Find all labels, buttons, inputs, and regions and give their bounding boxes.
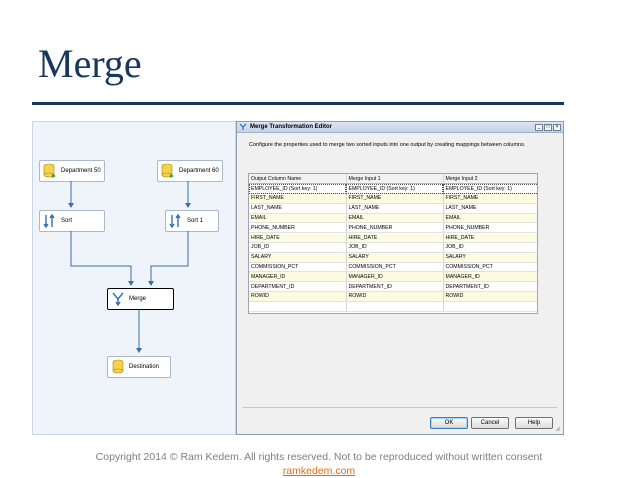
grid-cell[interactable]: SALARY (249, 252, 347, 263)
grid-cell[interactable] (443, 301, 537, 312)
dialog-separator (243, 407, 557, 408)
database-source-icon (161, 163, 174, 178)
grid-cell[interactable]: EMPLOYEE_ID (Sort key: 1) (249, 183, 347, 195)
close-button[interactable]: × (553, 123, 561, 131)
task-merge[interactable]: Merge (107, 288, 174, 310)
dialog-titlebar[interactable]: Merge Transformation Editor _ □ × (237, 122, 563, 133)
merge-icon (112, 292, 124, 307)
grid-cell[interactable]: DEPARTMENT_ID (346, 281, 444, 293)
grid-cell[interactable]: MANAGER_ID (249, 271, 347, 283)
grid-cell[interactable]: ROWID (249, 291, 347, 302)
table-row[interactable]: HIRE_DATE HIRE_DATE HIRE_DATE (249, 232, 537, 244)
grid-cell[interactable]: DEPARTMENT_ID (249, 281, 347, 293)
grid-cell[interactable]: EMAIL (249, 213, 347, 224)
copyright-notice: Copyright 2014 © Ram Kedem. All rights r… (95, 451, 543, 463)
table-row[interactable]: JOB_ID JOB_ID JOB_ID (249, 242, 537, 253)
grid-cell[interactable]: HIRE_DATE (249, 232, 347, 244)
grid-cell[interactable] (346, 301, 444, 312)
table-row[interactable]: PHONE_NUMBER PHONE_NUMBER PHONE_NUMBER (249, 222, 537, 234)
grid-cell[interactable]: HIRE_DATE (346, 232, 444, 244)
grid-cell[interactable]: FIRST_NAME (443, 193, 537, 204)
grid-cell[interactable]: EMPLOYEE_ID (Sort key: 1) (443, 183, 537, 195)
resize-grip-icon[interactable] (555, 426, 561, 432)
column-header[interactable]: Merge Input 2 (443, 174, 537, 185)
task-department-50[interactable]: Department 50 (39, 160, 105, 182)
grid-cell[interactable]: JOB_ID (443, 242, 537, 253)
grid-cell[interactable]: FIRST_NAME (249, 193, 347, 204)
dialog-title: Merge Transformation Editor (250, 124, 333, 130)
maximize-button[interactable]: □ (544, 123, 552, 131)
table-row[interactable]: FIRST_NAME FIRST_NAME FIRST_NAME (249, 193, 537, 204)
grid-cell[interactable]: EMPLOYEE_ID (Sort key: 1) (346, 183, 444, 195)
column-header[interactable]: Output Column Name (249, 174, 347, 185)
sort-icon (169, 213, 181, 229)
ok-button[interactable]: OK (430, 417, 468, 429)
task-label: Destination (129, 364, 160, 370)
merge-transformation-editor-dialog[interactable]: Merge Transformation Editor _ □ × Config… (236, 121, 564, 435)
task-label: Department 60 (179, 168, 219, 174)
help-button[interactable]: Help (515, 417, 553, 429)
slide-title: Merge (38, 41, 142, 86)
table-row[interactable]: EMAIL EMAIL EMAIL (249, 213, 537, 224)
table-row[interactable]: MANAGER_ID MANAGER_ID MANAGER_ID (249, 271, 537, 283)
grid-cell[interactable]: COMMISSION_PCT (443, 262, 537, 273)
table-row[interactable]: DEPARTMENT_ID DEPARTMENT_ID DEPARTMENT_I… (249, 281, 537, 293)
task-destination[interactable]: Destination (107, 356, 171, 378)
merge-icon (239, 123, 247, 130)
minimize-button[interactable]: _ (535, 123, 543, 131)
grid-cell[interactable]: HIRE_DATE (443, 232, 537, 244)
grid-cell[interactable]: COMMISSION_PCT (249, 262, 347, 273)
table-row[interactable]: COMMISSION_PCT COMMISSION_PCT COMMISSION… (249, 262, 537, 273)
database-source-icon (43, 163, 56, 178)
task-sort-1[interactable]: Sort 1 (165, 210, 219, 232)
table-row[interactable]: ROWID ROWID ROWID (249, 291, 537, 302)
grid-header-row: Output Column Name Merge Input 1 Merge I… (249, 174, 537, 185)
grid-cell[interactable]: JOB_ID (346, 242, 444, 253)
grid-cell[interactable]: SALARY (443, 252, 537, 263)
grid-cell[interactable]: MANAGER_ID (346, 271, 444, 283)
grid-cell[interactable]: MANAGER_ID (443, 271, 537, 283)
task-sort[interactable]: Sort (39, 210, 105, 232)
database-destination-icon (112, 359, 124, 374)
grid-cell[interactable]: LAST_NAME (443, 203, 537, 214)
data-flow-canvas[interactable]: Department 50 Department 60 Sort Sort 1 (32, 121, 236, 435)
grid-cell[interactable]: ROWID (346, 291, 444, 302)
table-row[interactable]: SALARY SALARY SALARY (249, 252, 537, 263)
grid-cell[interactable]: PHONE_NUMBER (443, 222, 537, 234)
grid-cell[interactable]: COMMISSION_PCT (346, 262, 444, 273)
grid-cell[interactable]: EMAIL (346, 213, 444, 224)
task-label: Sort 1 (187, 218, 204, 224)
grid-cell[interactable]: ROWID (443, 291, 537, 302)
task-label: Merge (129, 296, 147, 302)
grid-cell[interactable] (249, 301, 347, 312)
grid-cell[interactable]: LAST_NAME (249, 203, 347, 214)
grid-cell[interactable]: LAST_NAME (346, 203, 444, 214)
task-department-60[interactable]: Department 60 (157, 160, 223, 182)
cancel-button[interactable]: Cancel (471, 417, 509, 429)
grid-cell[interactable]: JOB_ID (249, 242, 347, 253)
title-rule (32, 102, 564, 105)
window-controls: _ □ × (535, 123, 561, 131)
grid-cell[interactable]: PHONE_NUMBER (249, 222, 347, 234)
grid-cell[interactable]: EMAIL (443, 213, 537, 224)
table-row[interactable] (249, 301, 537, 312)
grid-cell[interactable]: SALARY (346, 252, 444, 263)
task-label: Sort (61, 218, 73, 224)
grid-cell[interactable]: FIRST_NAME (346, 193, 444, 204)
column-header[interactable]: Merge Input 1 (346, 174, 444, 185)
grid-cell[interactable]: PHONE_NUMBER (346, 222, 444, 234)
column-mapping-grid[interactable]: Output Column Name Merge Input 1 Merge I… (248, 173, 538, 314)
table-row[interactable]: LAST_NAME LAST_NAME LAST_NAME (249, 203, 537, 214)
grid-cell[interactable]: DEPARTMENT_ID (443, 281, 537, 293)
sort-icon (43, 213, 55, 229)
task-label: Department 50 (61, 168, 101, 174)
dialog-description: Configure the properties used to merge t… (249, 142, 526, 148)
table-row[interactable]: EMPLOYEE_ID (Sort key: 1) EMPLOYEE_ID (S… (249, 183, 537, 195)
website-link[interactable]: ramkedem.com (0, 465, 638, 477)
